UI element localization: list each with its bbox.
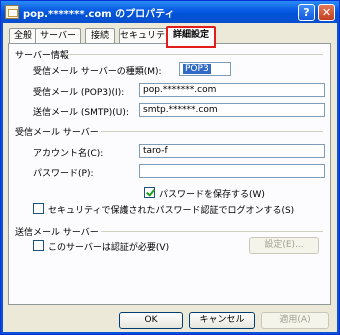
divider [101,231,323,232]
server-info-group-label: サーバー情報 [15,51,69,61]
incoming-pop3-input[interactable]: pop.*******.com [139,83,325,97]
divider [65,54,323,55]
tab-advanced[interactable]: 詳細設定 [166,26,216,48]
outgoing-server-group-label: 送信メール サーバー [15,228,99,238]
tab-security[interactable]: セキュリティ [119,28,173,44]
account-label: アカウント名(C): [33,149,104,159]
window-title: pop.*******.com のプロパティ [23,9,175,20]
divider [101,131,323,132]
incoming-type-field[interactable]: POP3 [179,62,231,76]
help-button[interactable]: ? [298,4,315,21]
close-button[interactable]: ✕ [318,4,335,21]
save-password-checkbox[interactable] [144,187,155,198]
apply-button[interactable]: 適用(A) [261,312,329,329]
cancel-button[interactable]: キャンセル [189,312,255,329]
tab-general[interactable]: 全般 [9,28,37,44]
outgoing-smtp-label: 送信メール (SMTP)(U): [33,108,129,118]
mail-account-icon [5,5,19,19]
tab-panel: サーバー情報 受信メール サーバーの種類(M): POP3 受信メール (POP… [8,43,331,305]
dialog-client: 全般 サーバー 接続 セキュリティ 詳細設定 サーバー情報 受信メール サーバー… [3,23,337,332]
auth-required-label[interactable]: このサーバーは認証が必要(V) [48,240,169,253]
incoming-pop3-label: 受信メール (POP3)(I): [33,88,125,98]
spa-label[interactable]: セキュリティで保護されたパスワード認証でログオンする(S) [48,203,294,216]
title-bar[interactable]: pop.*******.com のプロパティ ? ✕ [1,1,339,23]
spa-checkbox[interactable] [33,203,44,214]
incoming-type-label: 受信メール サーバーの種類(M): [33,67,162,77]
properties-dialog: pop.*******.com のプロパティ ? ✕ 全般 サーバー 接続 セキ… [0,0,340,335]
password-label: パスワード(P): [33,169,94,179]
incoming-type-value: POP3 [183,64,211,74]
tab-connection[interactable]: 接続 [85,28,115,44]
save-password-label[interactable]: パスワードを保存する(W) [159,187,265,200]
outgoing-smtp-input[interactable]: smtp.******.com [139,103,325,117]
settings-button[interactable]: 設定(E)... [249,237,319,254]
account-input[interactable]: taro-f [139,144,325,158]
password-input[interactable] [139,164,325,178]
incoming-server-group-label: 受信メール サーバー [15,128,99,138]
tab-server[interactable]: サーバー [35,28,81,44]
auth-required-checkbox[interactable] [33,240,44,251]
ok-button[interactable]: OK [119,312,183,329]
